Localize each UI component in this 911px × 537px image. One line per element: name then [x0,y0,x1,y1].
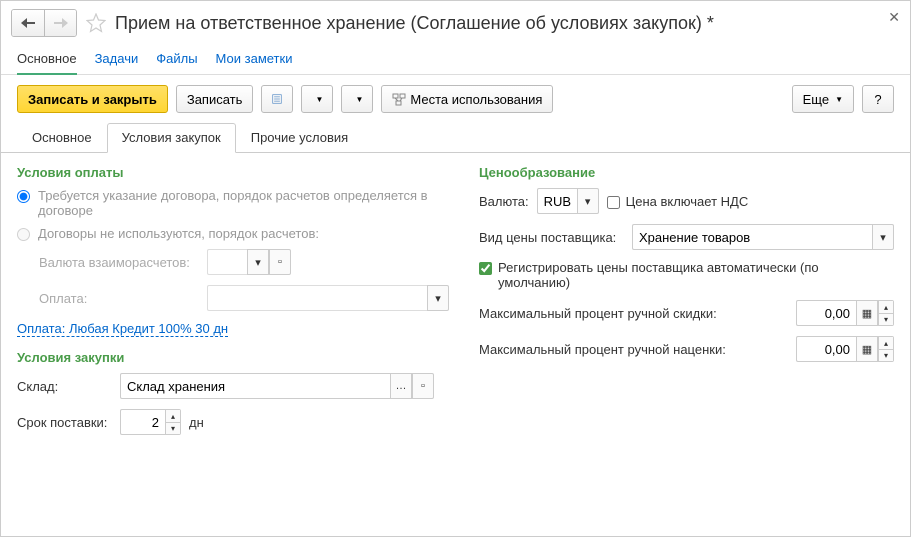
close-button[interactable]: ✕ [888,9,900,26]
doc-dropdown-button[interactable]: ▼ [301,85,333,113]
delivery-up[interactable]: ▴ [166,410,180,422]
max-discount-up[interactable]: ▴ [879,301,893,313]
warehouse-input[interactable] [120,373,390,399]
warehouse-open[interactable]: ▫ [412,373,434,399]
delivery-input[interactable] [120,409,165,435]
currency-dropdown[interactable]: ▾ [247,249,269,275]
favorite-icon[interactable] [85,12,107,34]
max-markup-label: Максимальный процент ручной наценки: [479,342,788,357]
max-discount-label: Максимальный процент ручной скидки: [479,306,788,321]
payment-input[interactable] [207,285,427,311]
currency-input[interactable] [207,249,247,275]
radio-contract-required-input[interactable] [17,190,30,203]
valuta-dropdown[interactable]: ▾ [577,188,599,214]
back-button[interactable] [12,10,44,36]
warehouse-row: Склад: … ▫ [17,373,449,399]
warehouse-select[interactable]: … [390,373,412,399]
vat-checkbox[interactable] [607,196,620,209]
currency-open[interactable]: ▫ [269,249,291,275]
payment-label: Оплата: [39,291,199,306]
delivery-down[interactable]: ▾ [166,422,180,434]
left-column: Условия оплаты Требуется указание догово… [17,165,449,524]
max-discount-input[interactable] [796,300,856,326]
nav-tabs: Основное Задачи Файлы Мои заметки [1,45,910,75]
delivery-label: Срок поставки: [17,415,112,430]
payment-link[interactable]: Оплата: Любая Кредит 100% 30 дн [17,321,228,337]
auto-register-checkbox[interactable] [479,262,492,275]
max-markup-down[interactable]: ▾ [879,349,893,361]
warehouse-label: Склад: [17,379,112,394]
section-pricing: Ценообразование [479,165,894,180]
nav-tab-osnovnoe[interactable]: Основное [17,51,77,75]
section-payment-terms: Условия оплаты [17,165,449,180]
copy-dropdown-button[interactable]: ▼ [341,85,373,113]
subtab-prochie[interactable]: Прочие условия [236,123,363,152]
right-column: Ценообразование Валюта: ▾ Цена включает … [479,165,894,524]
window: Прием на ответственное хранение (Соглаше… [0,0,911,537]
nav-buttons [11,9,77,37]
nav-tab-faily[interactable]: Файлы [156,51,197,66]
payment-dropdown[interactable]: ▾ [427,285,449,311]
content: Условия оплаты Требуется указание догово… [1,153,910,536]
max-markup-input[interactable] [796,336,856,362]
delivery-row: Срок поставки: ▴ ▾ дн [17,409,449,435]
max-discount-down[interactable]: ▾ [879,313,893,325]
delivery-unit: дн [189,415,204,430]
price-type-input[interactable] [632,224,872,250]
save-button[interactable]: Записать [176,85,254,113]
valuta-input[interactable] [537,188,577,214]
auto-register-label: Регистрировать цены поставщика автоматич… [498,260,828,290]
payment-row: Оплата: ▾ [39,285,449,311]
vat-label: Цена включает НДС [626,194,749,209]
price-type-label: Вид цены поставщика: [479,230,624,245]
valuta-row: Валюта: ▾ Цена включает НДС [479,188,894,214]
forward-button[interactable] [44,10,76,36]
section-purchase-terms: Условия закупки [17,350,449,365]
radio-contract-required: Требуется указание договора, порядок рас… [17,188,449,218]
max-discount-calc[interactable]: ▦ [856,300,878,326]
nav-tab-zametki[interactable]: Мои заметки [216,51,293,66]
toolbar: Записать и закрыть Записать ▼ ▼ Места ис… [1,75,910,123]
usage-button[interactable]: Места использования [381,85,553,113]
max-markup-row: Максимальный процент ручной наценки: ▦ ▴… [479,336,894,362]
price-type-row: Вид цены поставщика: ▾ [479,224,894,250]
subtab-osnovnoe[interactable]: Основное [17,123,107,152]
nav-tab-zadachi[interactable]: Задачи [95,51,139,66]
max-markup-calc[interactable]: ▦ [856,336,878,362]
valuta-label: Валюта: [479,194,529,209]
price-type-dropdown[interactable]: ▾ [872,224,894,250]
currency-row: Валюта взаиморасчетов: ▾ ▫ [39,249,449,275]
radio-no-contract-input[interactable] [17,228,30,241]
radio-no-contract: Договоры не используются, порядок расчет… [17,226,449,241]
sub-tabs: Основное Условия закупок Прочие условия [1,123,910,153]
help-button[interactable]: ? [862,85,894,113]
auto-register-row: Регистрировать цены поставщика автоматич… [479,260,894,290]
titlebar: Прием на ответственное хранение (Соглаше… [1,1,910,45]
list-button[interactable] [261,85,293,113]
save-close-button[interactable]: Записать и закрыть [17,85,168,113]
page-title: Прием на ответственное хранение (Соглаше… [115,13,714,34]
currency-label: Валюта взаиморасчетов: [39,255,199,270]
subtab-zakupok[interactable]: Условия закупок [107,123,236,153]
max-markup-up[interactable]: ▴ [879,337,893,349]
max-discount-row: Максимальный процент ручной скидки: ▦ ▴ … [479,300,894,326]
more-button[interactable]: Еще▼ [792,85,854,113]
